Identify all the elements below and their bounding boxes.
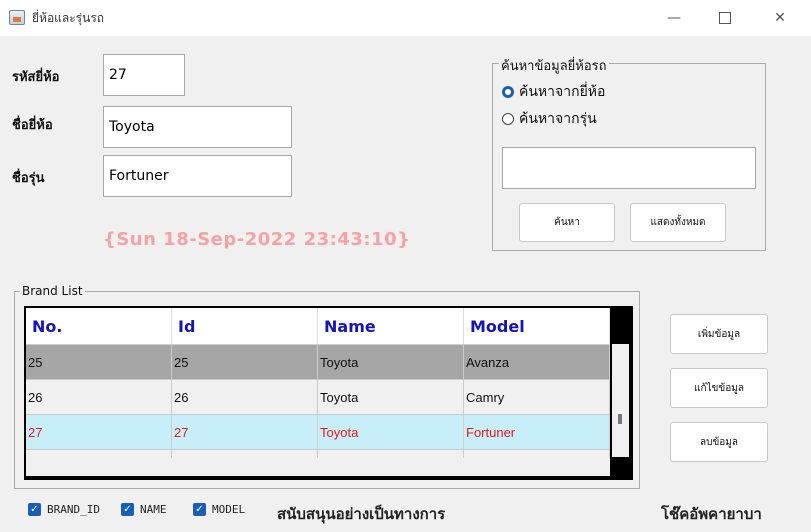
radio-label: ค้นหาจากยี่ห้อ [519, 84, 606, 100]
checkbox-label: NAME [140, 503, 167, 516]
maximize-button[interactable] [702, 0, 748, 36]
close-button[interactable]: ✕ [757, 0, 803, 36]
column-header-name[interactable]: Name [318, 308, 464, 344]
cell-model: Camry [464, 380, 610, 414]
cell-id: 25 [172, 345, 318, 379]
cell-id: 26 [172, 380, 318, 414]
brand-list-title: Brand List [20, 284, 85, 298]
radio-label: ค้นหาจากรุ่น [519, 111, 597, 127]
checkbox-label: MODEL [212, 503, 246, 516]
brand-name-field[interactable]: Toyota [103, 106, 292, 148]
add-button[interactable]: เพิ่มข้อมูล [670, 314, 768, 354]
cell-no: 26 [26, 380, 172, 414]
maximize-icon [719, 12, 731, 24]
cell-name: Toyota [318, 380, 464, 414]
model-field[interactable]: Fortuner [103, 155, 292, 197]
table-row[interactable]: 26 26 Toyota Camry [26, 380, 610, 415]
app-icon [9, 10, 25, 25]
checkbox-name[interactable]: ✓ NAME [121, 503, 167, 516]
radio-search-by-model[interactable]: ค้นหาจากรุ่น [502, 108, 597, 130]
scroll-thumb[interactable] [618, 414, 622, 424]
table-row[interactable]: 25 25 Toyota Avanza [26, 345, 610, 380]
search-input[interactable] [502, 147, 756, 189]
vertical-scrollbar[interactable] [612, 344, 629, 457]
cell-model: Avanza [464, 345, 610, 379]
checkbox-checked-icon: ✓ [193, 503, 206, 516]
cell-id: 27 [172, 415, 318, 449]
window-title: ยี่ห้อและรุ่นรถ [32, 11, 105, 25]
cell-name: Toyota [318, 345, 464, 379]
cell-no: 25 [26, 345, 172, 379]
footer-sponsor-text: สนับสนุนอย่างเป็นทางการ [277, 505, 446, 523]
search-group-title: ค้นหาข้อมูลยี่ห้อรถ [499, 55, 609, 76]
column-header-no[interactable]: No. [26, 308, 172, 344]
brand-code-field[interactable]: 27 [103, 54, 185, 96]
column-header-id[interactable]: Id [172, 308, 318, 344]
checkbox-checked-icon: ✓ [28, 503, 41, 516]
clock-display: {Sun 18-Sep-2022 23:43:10} [103, 229, 411, 250]
edit-button[interactable]: แก้ไขข้อมูล [670, 368, 768, 408]
cell-model: Fortuner [464, 415, 610, 449]
checkbox-label: BRAND_ID [47, 503, 100, 516]
table-row-selected[interactable]: 27 27 Toyota Fortuner [26, 415, 610, 450]
brand-table: No. Id Name Model 25 25 Toyota Avanza 26… [24, 306, 633, 480]
horizontal-scrollbar[interactable] [26, 458, 610, 476]
brand-name-label: ชื่อยี่ห้อ [12, 118, 53, 133]
minimize-button[interactable]: — [651, 0, 697, 36]
radio-search-by-brand[interactable]: ค้นหาจากยี่ห้อ [502, 81, 605, 103]
checkbox-model[interactable]: ✓ MODEL [193, 503, 245, 516]
footer-brand-text: โช๊คอัพคายาบา [661, 505, 762, 523]
delete-button[interactable]: ลบข้อมูล [670, 422, 768, 462]
cell-name: Toyota [318, 415, 464, 449]
checkbox-checked-icon: ✓ [121, 503, 134, 516]
table-header: No. Id Name Model [26, 308, 610, 345]
column-header-model[interactable]: Model [464, 308, 610, 344]
radio-checked-icon [502, 86, 514, 98]
search-button[interactable]: ค้นหา [519, 203, 615, 242]
radio-unchecked-icon [502, 113, 514, 125]
show-all-button[interactable]: แสดงทั้งหมด [630, 203, 726, 242]
checkbox-brand-id[interactable]: ✓ BRAND_ID [28, 503, 100, 516]
model-label: ชื่อรุ่น [12, 171, 45, 186]
cell-no: 27 [26, 415, 172, 449]
brand-code-label: รหัสยี่ห้อ [12, 70, 60, 85]
